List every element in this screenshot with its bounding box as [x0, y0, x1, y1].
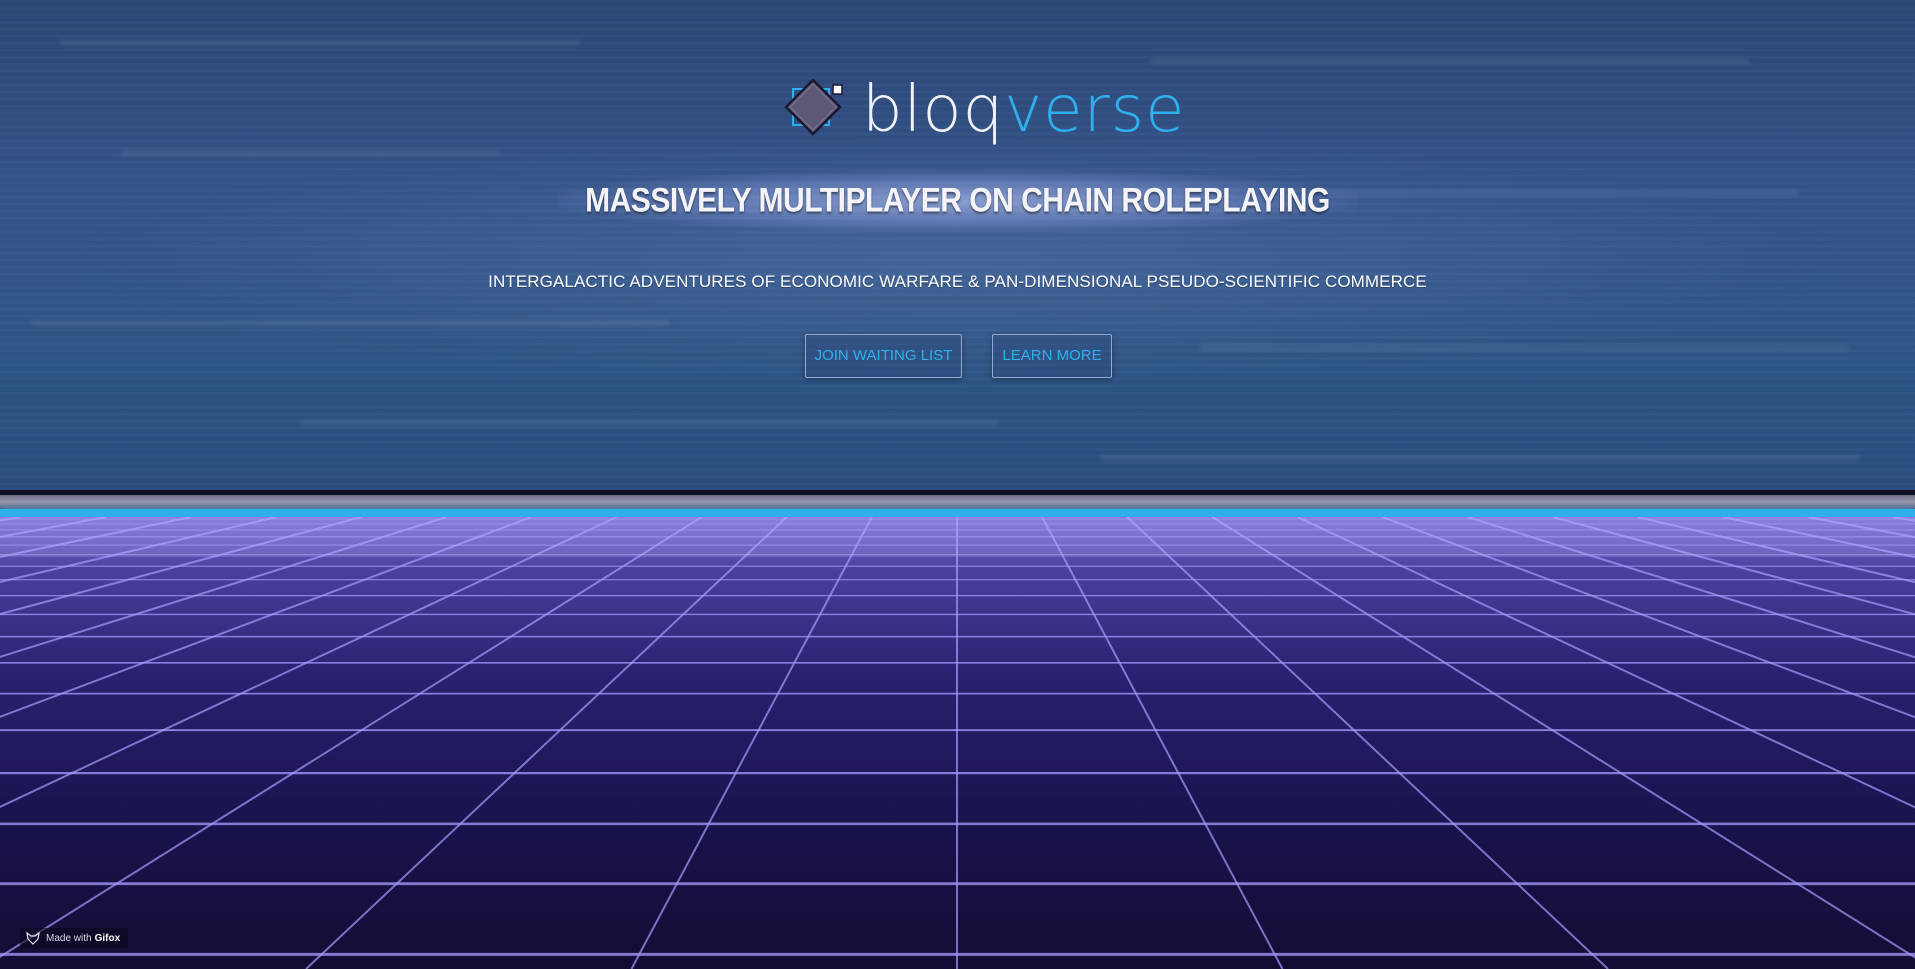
sky-streak [1100, 455, 1860, 461]
grid-line-vertical [1126, 517, 1609, 969]
grid-line-vertical [0, 517, 362, 616]
sky-streak [1200, 345, 1850, 351]
sky-streak [300, 420, 1000, 426]
grid-line-vertical [0, 517, 532, 718]
diamond-cube-icon [784, 78, 843, 136]
grid-line-vertical [1722, 517, 1915, 559]
horizon-glow [0, 509, 1915, 517]
perspective-grid [0, 517, 1915, 969]
fox-icon [26, 931, 40, 945]
grid-line-vertical [305, 517, 788, 969]
sky-streak [60, 40, 580, 46]
brand-logo[interactable]: bloqverse [780, 70, 1185, 150]
grid-line-vertical [0, 517, 22, 522]
grid-line-vertical [1296, 517, 1915, 809]
horizon-haze [0, 517, 1915, 557]
hero-subtitle: INTERGALACTIC ADVENTURES OF ECONOMIC WAR… [488, 272, 1427, 291]
sky-streak [120, 150, 500, 156]
sky-streak [1150, 58, 1750, 64]
brand-name: bloqverse [862, 70, 1185, 150]
grid-line-vertical [0, 517, 192, 558]
grid-floor [0, 517, 1915, 969]
horizon-band [0, 495, 1915, 509]
learn-more-button[interactable]: LEARN MORE [992, 334, 1112, 378]
sky-streak [30, 320, 670, 326]
hero-tagline: MASSIVELY MULTIPLAYER ON CHAIN ROLEPLAYI… [557, 169, 1358, 233]
grid-line-vertical [1892, 517, 1915, 522]
grid-line-vertical [1382, 517, 1915, 719]
tagline-container: MASSIVELY MULTIPLAYER ON CHAIN ROLEPLAYI… [0, 169, 1915, 233]
landing-page: bloqverse MASSIVELY MULTIPLAYER ON CHAIN… [0, 0, 1915, 969]
grid-line-vertical [1041, 517, 1284, 969]
watermark-brand: Gifox [94, 932, 121, 944]
grid-line-vertical [630, 517, 873, 969]
brand-name-part1: bloq [862, 73, 1005, 147]
brand-name-part2: verse [1004, 73, 1186, 147]
grid-line-vertical [1552, 517, 1915, 616]
watermark-prefix: Made with [46, 932, 92, 944]
gifox-watermark: Made with Gifox [20, 928, 129, 948]
join-waiting-list-button[interactable]: JOIN WAITING LIST [805, 334, 962, 378]
grid-line-vertical [0, 517, 618, 808]
